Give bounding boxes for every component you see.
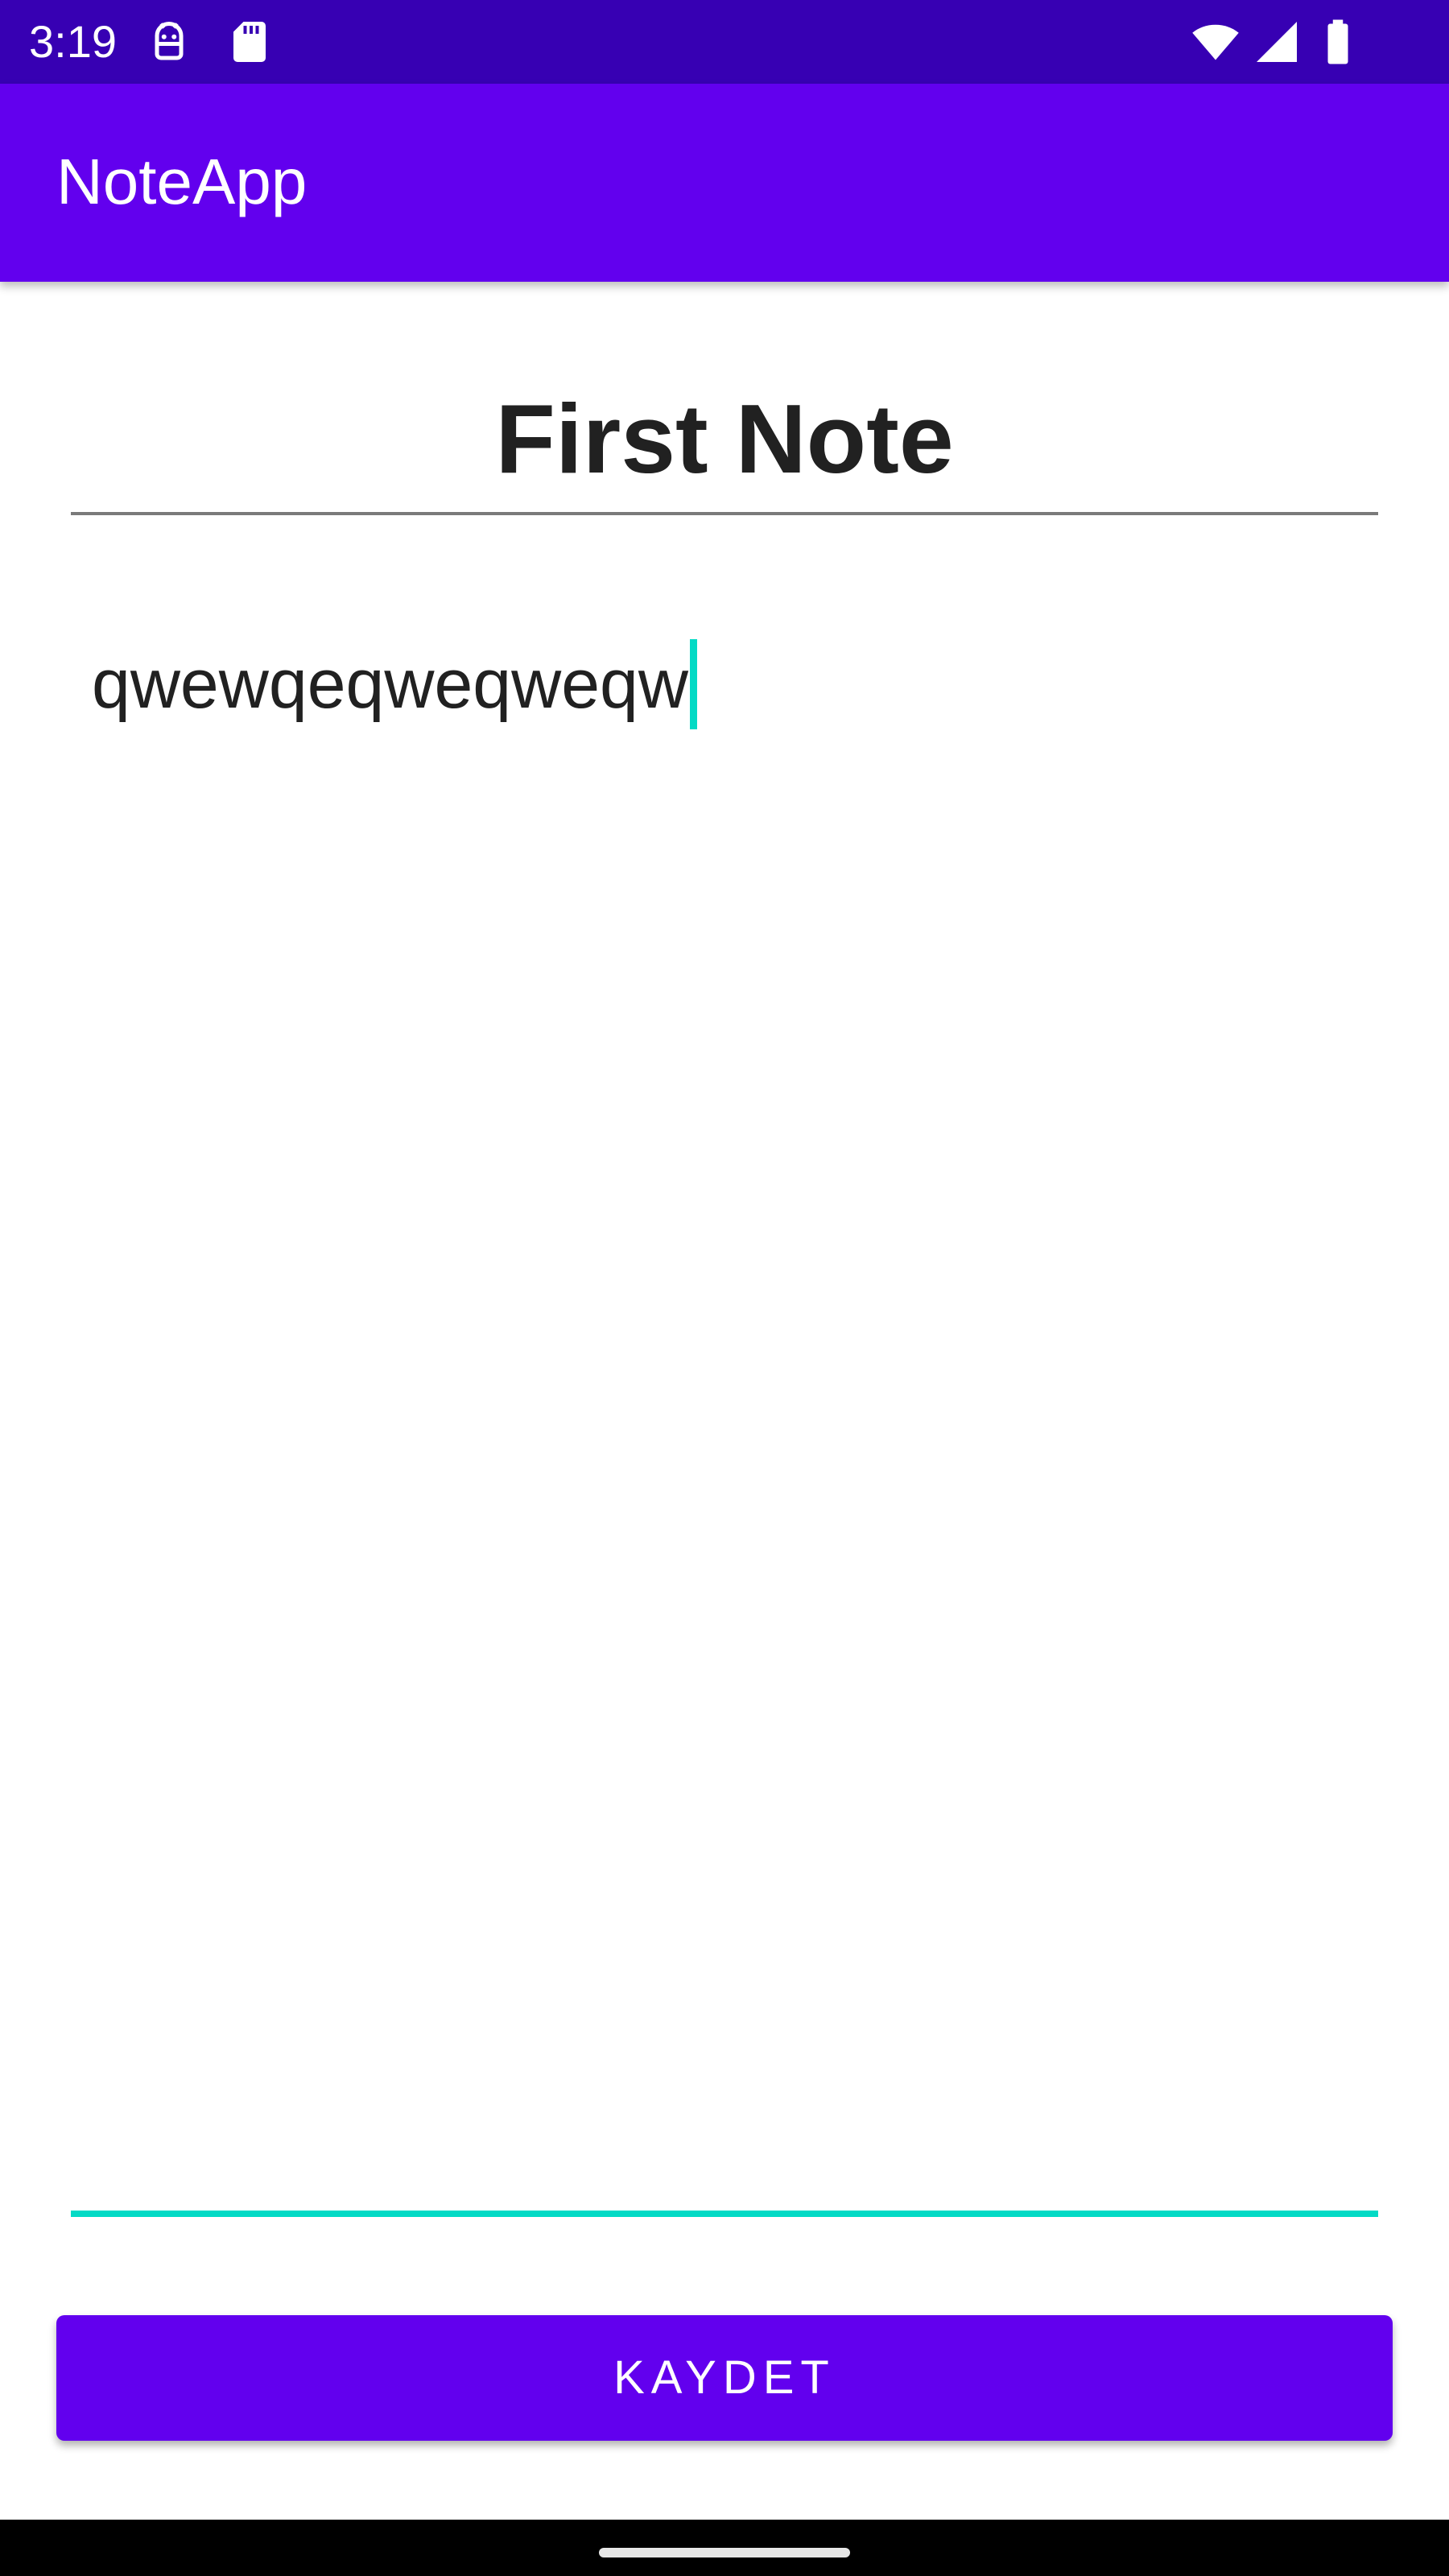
text-cursor <box>690 639 697 729</box>
wifi-icon <box>1191 18 1240 66</box>
navigation-bar <box>0 2520 1449 2576</box>
home-gesture-handle[interactable] <box>599 2548 850 2557</box>
battery-icon <box>1314 18 1362 66</box>
note-body-value: qwewqeqweqweqw <box>92 646 688 723</box>
status-time: 3:19 <box>29 16 117 67</box>
sd-card-icon <box>225 18 274 66</box>
save-button[interactable]: KAYDET <box>56 2315 1393 2441</box>
status-bar: 3:19 <box>0 0 1449 84</box>
note-body-content: qwewqeqweqweqw <box>92 636 697 733</box>
cell-signal-icon <box>1253 18 1301 66</box>
app-title: NoteApp <box>56 146 308 217</box>
app-bar: NoteApp <box>0 84 1449 282</box>
android-debug-icon <box>145 18 193 66</box>
note-title-input[interactable]: First Note <box>71 378 1378 515</box>
note-edit-screen: 3:19 NoteApp First Note qwewqeqweqweqw K… <box>0 0 1449 2576</box>
note-title-value: First Note <box>495 384 954 493</box>
note-body-input[interactable]: qwewqeqweqweqw <box>71 612 1378 2217</box>
